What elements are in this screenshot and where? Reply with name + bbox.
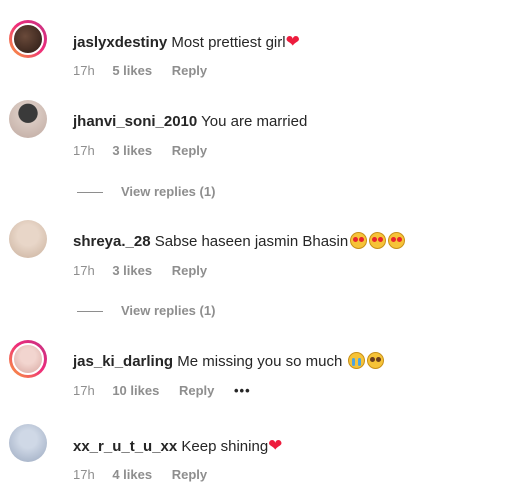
reply-button[interactable]: Reply (179, 383, 214, 398)
comment-text: You are married (201, 113, 308, 130)
more-options-icon[interactable]: ••• (234, 383, 251, 398)
comment-username[interactable]: xx_r_u_t_u_xx (73, 438, 177, 455)
comment-text: Me missing you so much (177, 353, 343, 370)
heart-eyes-icon (350, 232, 368, 249)
pleading-face-icon (367, 352, 385, 369)
comment-item: jas_ki_darling Me missing you so much 17… (0, 340, 511, 400)
comment-time: 17h (73, 63, 95, 78)
comment-likes[interactable]: 3 likes (112, 143, 152, 158)
comment-likes[interactable]: 10 likes (112, 383, 159, 398)
avatar[interactable] (9, 340, 47, 378)
reply-button[interactable]: Reply (172, 143, 207, 158)
comment-username[interactable]: jas_ki_darling (73, 353, 173, 370)
view-replies-button[interactable]: View replies (1) (77, 303, 215, 318)
comment-item: xx_r_u_t_u_xx Keep shining❤ 17h 4 likes … (0, 424, 511, 484)
comment-time: 17h (73, 143, 95, 158)
comment-item: jhanvi_soni_2010 You are married 17h 3 l… (0, 100, 511, 160)
avatar[interactable] (9, 20, 47, 58)
avatar[interactable] (9, 424, 47, 462)
red-heart-icon: ❤ (285, 32, 300, 51)
reply-button[interactable]: Reply (172, 467, 207, 482)
comment-time: 17h (73, 467, 95, 482)
divider (77, 192, 103, 194)
divider (77, 311, 103, 313)
comment-time: 17h (73, 263, 95, 278)
view-replies-button[interactable]: View replies (1) (77, 184, 215, 199)
comment-text: Sabse haseen jasmin Bhasin (154, 233, 349, 250)
comment-username[interactable]: jhanvi_soni_2010 (73, 113, 197, 130)
comment-username[interactable]: jaslyxdestiny (73, 34, 167, 51)
comment-likes[interactable]: 4 likes (112, 467, 152, 482)
comment-likes[interactable]: 3 likes (112, 263, 152, 278)
reply-button[interactable]: Reply (172, 63, 207, 78)
comment-item: jaslyxdestiny Most prettiest girl❤ 17h 5… (0, 20, 511, 80)
avatar[interactable] (9, 220, 47, 258)
crying-face-icon (348, 352, 366, 369)
avatar[interactable] (9, 100, 47, 138)
heart-eyes-icon (388, 232, 406, 249)
comment-username[interactable]: shreya._28 (73, 233, 151, 250)
comment-item: shreya._28 Sabse haseen jasmin Bhasin 17… (0, 220, 511, 280)
comment-time: 17h (73, 383, 95, 398)
comment-likes[interactable]: 5 likes (112, 63, 152, 78)
comment-text: Most prettiest girl (171, 34, 286, 51)
comment-text: Keep shining (181, 438, 269, 455)
red-heart-icon: ❤ (268, 436, 283, 455)
reply-button[interactable]: Reply (172, 263, 207, 278)
heart-eyes-icon (369, 232, 387, 249)
